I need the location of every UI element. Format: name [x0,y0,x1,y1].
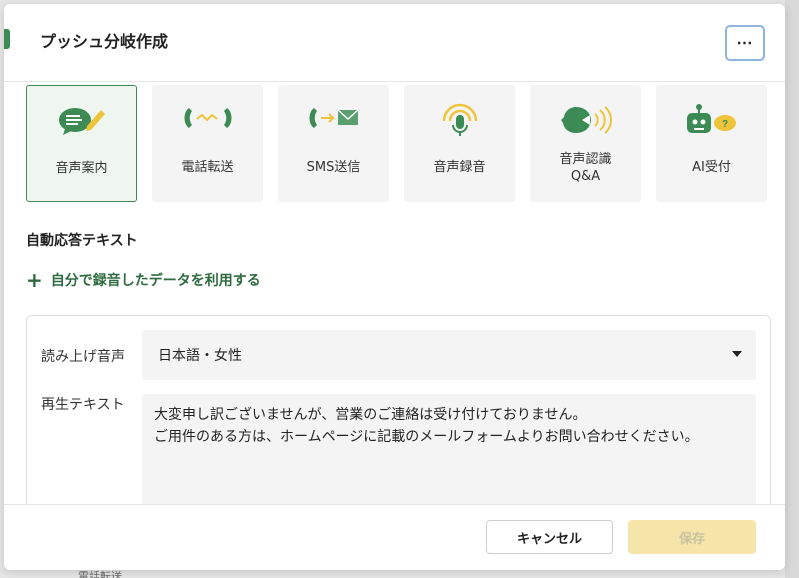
action-card-sms[interactable]: SMS送信 [278,85,389,202]
microphone-icon [440,103,480,143]
plus-icon: + [26,268,43,292]
action-card-label: 電話転送 [181,160,234,175]
use-own-recording-link[interactable]: + 自分で録音したデータを利用する [26,270,261,290]
modal-body: 音声案内 電話転送 SMS送信 音声録音 音声認識 Q&A ? AI受付 自動応… [4,83,785,504]
tts-settings-panel: 読み上げ音声 日本語・女性 再生テキスト 大変申し訳ございませんが、営業のご連絡… [26,315,771,504]
action-card-label: AI受付 [692,160,731,175]
action-card-label-line: 音声認識 Q&A [559,152,612,184]
phone-sms-icon [306,103,362,137]
voice-field-label: 読み上げ音声 [41,349,125,365]
auto-response-section-title: 自動応答テキスト [26,233,138,249]
action-card-voice-guidance[interactable]: 音声案内 [26,85,137,202]
modal-footer: キャンセル 保存 [4,504,785,570]
push-branch-modal: プッシュ分岐作成 ⋯ 音声案内 電話転送 SMS送信 音声録音 音声認識 Q&A… [4,4,785,570]
save-button[interactable]: 保存 [628,520,756,554]
modal-header: プッシュ分岐作成 ⋯ [4,4,785,82]
modal-title: プッシュ分岐作成 [40,32,169,51]
action-card-label: 音声録音 [433,160,486,175]
speech-bubble-pencil-icon [57,104,107,142]
voice-recognition-icon [560,103,612,141]
header-accent-bar [4,29,10,49]
use-own-recording-label: 自分で録音したデータを利用する [50,273,261,289]
svg-text:?: ? [721,119,727,130]
voice-select[interactable]: 日本語・女性 [142,330,756,380]
more-options-button[interactable]: ⋯ [725,25,765,61]
background-scroll-strip [785,0,799,578]
voice-select-value: 日本語・女性 [158,348,242,364]
phone-transfer-icon [181,103,235,137]
action-card-voice-recognition-qa[interactable]: 音声認識 Q&A [530,85,641,202]
cancel-button[interactable]: キャンセル [486,520,613,554]
caret-down-icon [732,351,742,357]
playback-text-label: 再生テキスト [41,397,125,413]
action-card-label: 音声案内 [55,161,108,176]
robot-icon: ? [684,103,740,141]
playback-text-area[interactable]: 大変申し訳ございませんが、営業のご連絡は受け付けておりません。 ご用件のある方は… [142,394,756,504]
action-card-label: 音声認識 Q&A [530,151,641,185]
more-icon: ⋯ [736,35,754,52]
action-card-voice-recording[interactable]: 音声録音 [404,85,515,202]
action-card-label: SMS送信 [306,160,361,175]
action-card-ai-reception[interactable]: ? AI受付 [656,85,767,202]
action-card-call-transfer[interactable]: 電話転送 [152,85,263,202]
